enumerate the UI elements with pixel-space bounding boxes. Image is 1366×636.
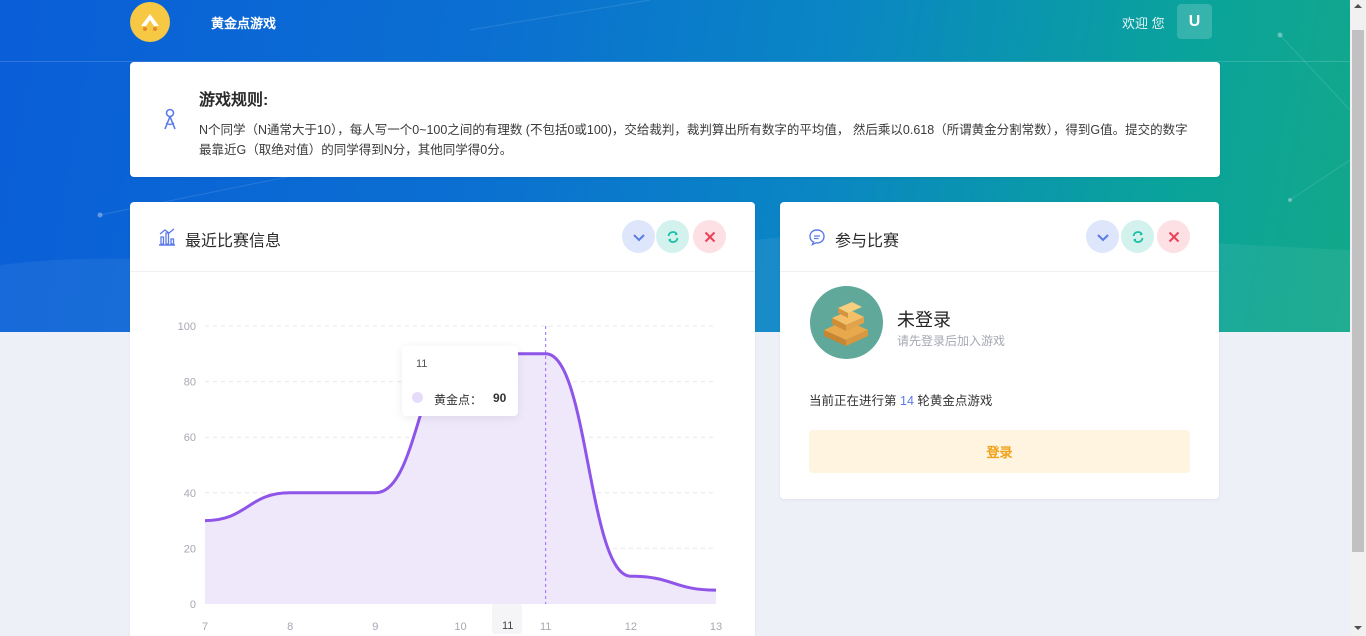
tooltip-title: 11 [416,358,428,370]
close-icon [1168,231,1179,242]
axis-pointer-label: 11 [492,604,522,634]
round-number: 14 [900,394,914,408]
logo[interactable] [130,2,170,42]
join-card-title: 参与比赛 [835,233,900,250]
x-tick-label: 9 [372,621,378,633]
axis-pointer-text: 11 [502,620,514,632]
refresh-button[interactable] [1121,220,1154,253]
tooltip-value: 90 [493,391,507,405]
login-status-title: 未登录 [897,310,951,330]
join-card-header: 参与比赛 [780,202,1219,272]
login-status-hint: 请先登录后加入游戏 [897,334,1006,348]
y-tick-label: 0 [190,599,196,611]
scroll-down-arrow-icon[interactable] [1353,624,1363,632]
login-button[interactable]: 登录 [809,430,1190,473]
chart-tooltip: 11 黄金点： 90 [402,346,518,416]
brand-title[interactable]: 黄金点游戏 [211,13,276,32]
user-avatar-button[interactable]: U [1177,4,1212,39]
top-navbar: 黄金点游戏 欢迎 您 U [0,0,1350,62]
round-prefix: 当前正在进行第 [809,394,897,408]
x-tick-label: 8 [287,621,293,633]
x-tick-label: 10 [454,621,466,633]
chevron-down-icon [1096,233,1109,241]
rules-text: N个同学（N通常大于10），每人写一个0~100之间的有理数 (不包括0或100… [199,123,1188,157]
y-tick-label: 100 [178,321,196,333]
x-tick-label: 12 [625,621,637,633]
y-tick-label: 40 [184,488,196,500]
collapse-button[interactable] [1086,220,1119,253]
gold-logo-icon [141,14,159,31]
gold-bars-avatar [810,286,883,359]
y-tick-label: 60 [184,432,196,444]
compass-icon [164,108,176,130]
rules-card: 游戏规则: N个同学（N通常大于10），每人写一个0~100之间的有理数 (不包… [130,62,1220,177]
y-tick-label: 80 [184,377,196,389]
tooltip-series-marker [412,392,423,403]
chat-icon [809,229,825,246]
tooltip-label: 黄金点： [434,393,483,407]
scrollbar-thumb[interactable] [1352,30,1364,552]
close-button[interactable] [1157,220,1190,253]
gold-bars-icon [824,302,868,346]
y-tick-label: 20 [184,543,196,555]
x-tick-label: 13 [710,621,722,633]
current-round-text: 当前正在进行第 14 轮黄金点游戏 [809,390,992,409]
recent-games-card: 最近比赛信息 0 20 40 60 80 100 7 8 9 10 11 12 13 11 黄金点： 9… [130,202,755,636]
welcome-text: 欢迎 您 [1122,16,1165,31]
round-suffix: 轮黄金点游戏 [917,394,993,408]
scroll-up-arrow-icon[interactable] [1353,2,1363,10]
golden-point-chart[interactable]: 0 20 40 60 80 100 7 8 9 10 11 12 13 [130,202,755,636]
join-game-card: 参与比赛 未登录 请先登录后加入游戏 当前正在进行第 14 轮黄金点游戏 登录 [780,202,1219,499]
refresh-icon [1132,230,1143,243]
rules-title: 游戏规则: [199,92,269,109]
x-tick-label: 7 [202,621,208,633]
x-tick-label: 11 [540,621,551,633]
